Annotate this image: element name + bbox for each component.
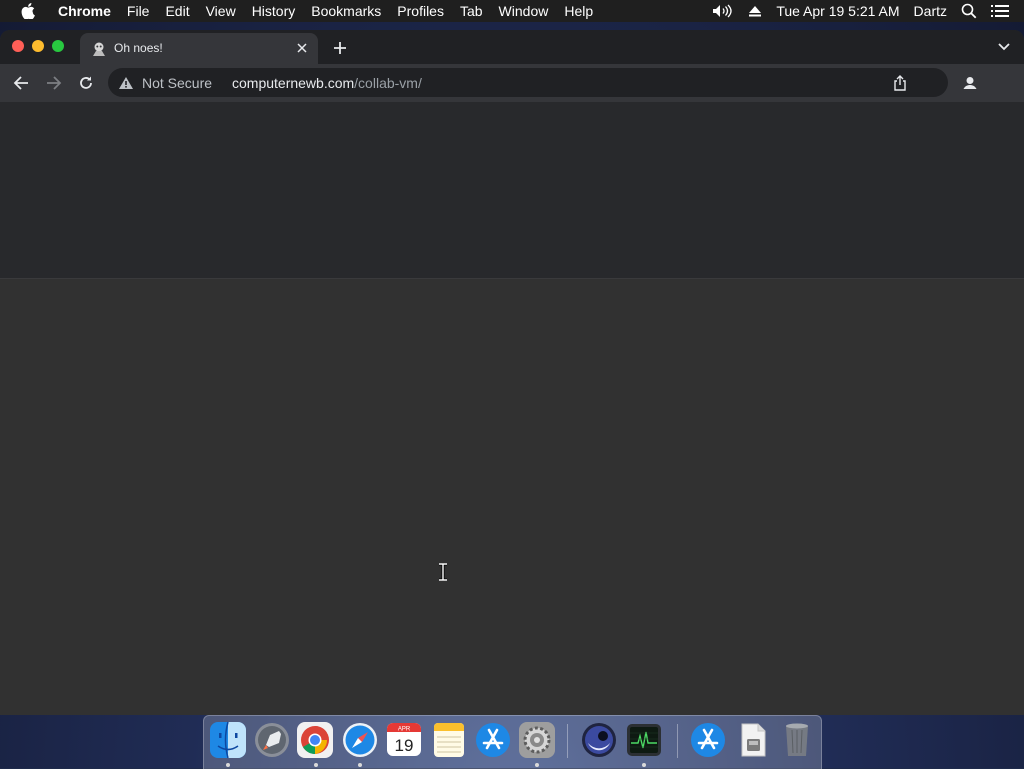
menu-edit[interactable]: Edit: [157, 0, 197, 22]
not-secure-label[interactable]: Not Secure: [142, 75, 212, 91]
browser-toolbar: Not Secure computernewb.com/collab-vm/: [0, 64, 1024, 102]
calendar-month: APR: [398, 727, 411, 733]
address-bar[interactable]: Not Secure computernewb.com/collab-vm/: [108, 68, 948, 97]
tab-favicon-icon: [91, 41, 107, 57]
menu-file[interactable]: File: [119, 0, 158, 22]
system-preferences-icon[interactable]: [518, 721, 556, 759]
menu-bookmarks[interactable]: Bookmarks: [303, 0, 389, 22]
page-header-area: [0, 102, 1024, 279]
activity-monitor-icon[interactable]: [625, 721, 663, 759]
apple-menu-icon[interactable]: [18, 0, 38, 22]
dock: APR 19: [203, 715, 822, 769]
profile-avatar-button[interactable]: [958, 71, 982, 95]
text-cursor-icon: [439, 563, 447, 581]
tab-strip: Oh noes!: [0, 30, 1024, 64]
finder-running-indicator: [226, 763, 230, 767]
control-center-icon[interactable]: [984, 0, 1016, 22]
notes-icon[interactable]: [430, 721, 468, 759]
eject-icon[interactable]: [741, 0, 769, 22]
cinema4d-icon[interactable]: [580, 721, 618, 759]
tab-search-chevron-icon[interactable]: [996, 40, 1012, 54]
menu-history[interactable]: History: [244, 0, 304, 22]
app-store-download-icon[interactable]: [689, 721, 727, 759]
tab-close-icon[interactable]: [294, 40, 310, 56]
menu-view[interactable]: View: [198, 0, 244, 22]
tab-title: Oh noes!: [114, 41, 163, 55]
dock-separator: [567, 724, 568, 758]
page-content-area[interactable]: [0, 279, 1024, 715]
reload-button[interactable]: [76, 73, 96, 93]
finder-icon[interactable]: [209, 721, 247, 759]
chrome-icon[interactable]: [296, 721, 334, 759]
launchpad-icon[interactable]: [253, 721, 291, 759]
safari-running-indicator: [358, 763, 362, 767]
back-button[interactable]: [11, 73, 31, 93]
activity-monitor-running-indicator: [642, 763, 646, 767]
chrome-running-indicator: [314, 763, 318, 767]
new-tab-button[interactable]: [330, 38, 350, 58]
dock-separator-2: [677, 724, 678, 758]
calendar-day: 19: [395, 736, 414, 755]
forward-button[interactable]: [44, 73, 64, 93]
menu-window[interactable]: Window: [491, 0, 557, 22]
menu-bar-clock[interactable]: Tue Apr 19 5:21 AM: [769, 0, 906, 22]
trash-icon[interactable]: [778, 721, 816, 759]
calendar-icon[interactable]: APR 19: [385, 722, 423, 760]
app-store-icon[interactable]: [474, 721, 512, 759]
document-icon[interactable]: [734, 721, 772, 759]
window-minimize-button[interactable]: [32, 40, 44, 52]
menu-bar-user[interactable]: Dartz: [907, 0, 954, 22]
safari-icon[interactable]: [341, 721, 379, 759]
not-secure-warning-icon[interactable]: [118, 76, 134, 90]
share-icon[interactable]: [892, 75, 908, 91]
url-host: computernewb.com: [232, 75, 355, 91]
window-maximize-button[interactable]: [52, 40, 64, 52]
tab-active[interactable]: Oh noes!: [80, 33, 318, 64]
window-close-button[interactable]: [12, 40, 24, 52]
menu-profiles[interactable]: Profiles: [389, 0, 452, 22]
spotlight-search-icon[interactable]: [954, 0, 984, 22]
browser-window: Oh noes! Not Secure computernewb.com/col…: [0, 30, 1024, 715]
url-path: /collab-vm/: [354, 75, 422, 91]
menu-bar: Chrome File Edit View History Bookmarks …: [0, 0, 1024, 22]
volume-icon[interactable]: [705, 0, 741, 22]
system-preferences-running-indicator: [535, 763, 539, 767]
url-text[interactable]: computernewb.com/collab-vm/: [232, 75, 422, 91]
menu-help[interactable]: Help: [556, 0, 601, 22]
menu-bar-status-area: Tue Apr 19 5:21 AM Dartz: [705, 0, 1024, 22]
menu-tab[interactable]: Tab: [452, 0, 491, 22]
menu-app-name[interactable]: Chrome: [50, 0, 119, 22]
